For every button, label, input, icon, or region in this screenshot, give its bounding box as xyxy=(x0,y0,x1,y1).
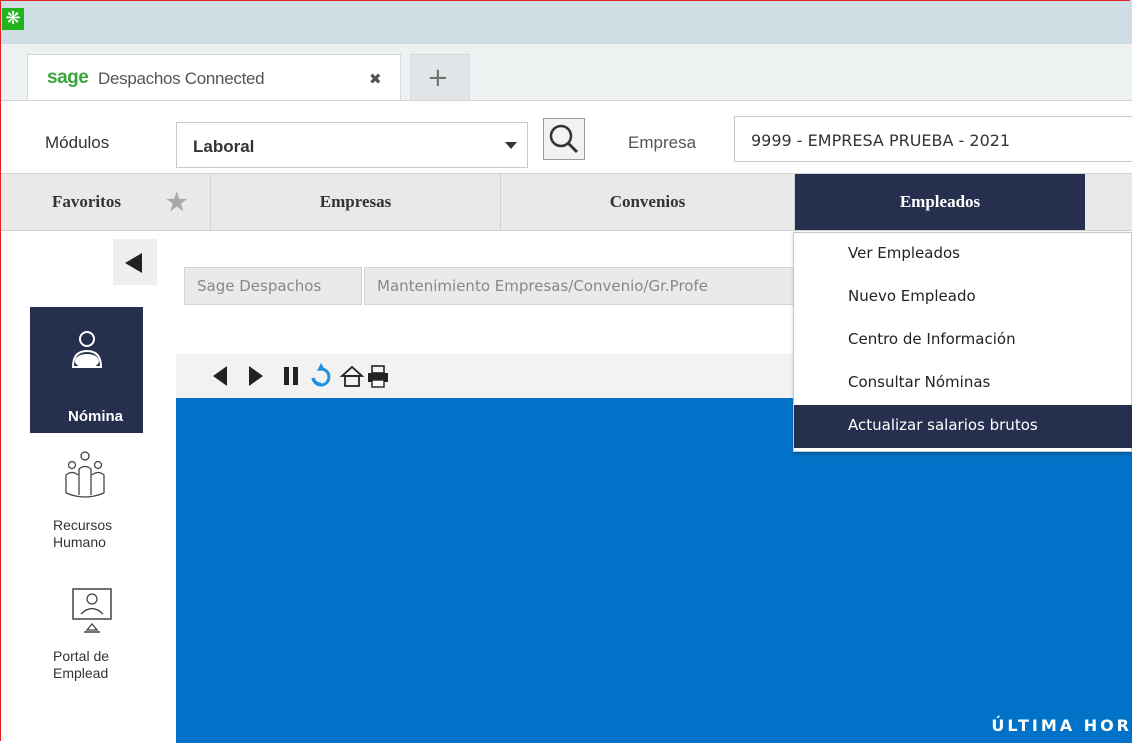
window-border xyxy=(0,0,1130,741)
